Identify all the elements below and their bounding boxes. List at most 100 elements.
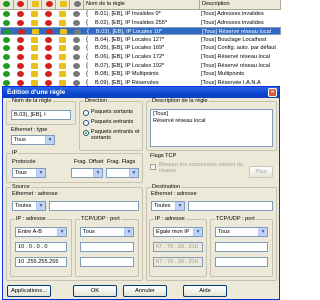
direction-radio-both[interactable]	[83, 130, 89, 136]
question-icon[interactable]	[31, 45, 38, 52]
ethernet-type-select[interactable]: Tous ▼	[11, 135, 55, 145]
allow-icon[interactable]	[3, 19, 10, 26]
description-textarea[interactable]: [Tous] Réservé réseau local	[150, 109, 273, 147]
log-icon[interactable]	[59, 45, 66, 52]
cancel-button[interactable]: Annuler	[123, 285, 167, 297]
alert-icon[interactable]	[45, 11, 52, 17]
allow-icon[interactable]	[3, 71, 10, 78]
block-icon[interactable]	[17, 79, 24, 86]
rule-name-input[interactable]: B.03), [EB], I	[11, 110, 71, 120]
sound-icon[interactable]	[73, 45, 80, 52]
applications-button[interactable]: Applications...	[7, 285, 51, 297]
source-ip-to-input[interactable]: 10 .255.255.255	[15, 257, 67, 267]
source-ip-mode-select[interactable]: Entre A-B ▼	[15, 227, 67, 237]
block-icon[interactable]	[17, 45, 24, 52]
block-icon[interactable]	[17, 11, 24, 17]
destination-port-input-1[interactable]	[215, 242, 268, 252]
table-row[interactable]: {B.07), [EB], IP Locales 192* [Tous] Rése…	[0, 62, 281, 70]
question-icon[interactable]	[32, 29, 39, 35]
alert-icon[interactable]	[45, 79, 52, 86]
col-allow-header[interactable]	[0, 0, 14, 9]
question-icon[interactable]	[31, 79, 38, 86]
block-connections-checkbox[interactable]	[150, 164, 156, 170]
question-icon[interactable]	[31, 71, 38, 78]
frag-flags-select[interactable]: ▼	[106, 168, 139, 178]
destination-ip-a-input[interactable]: 67 . 70 . 26 . 216	[153, 242, 203, 252]
sound-icon[interactable]	[73, 62, 80, 69]
col-sound-header[interactable]	[70, 0, 84, 9]
allow-icon[interactable]	[3, 36, 10, 43]
ok-button[interactable]: OK	[73, 285, 117, 297]
protocol-select[interactable]: Tous ▼	[12, 168, 46, 178]
sound-icon[interactable]	[73, 79, 80, 86]
log-icon[interactable]	[59, 79, 66, 86]
source-port-input-2[interactable]	[80, 257, 134, 267]
table-row[interactable]: {B.04), [EB], IP Locales 127* [Tous] Bouc…	[0, 36, 281, 44]
alert-icon[interactable]	[45, 62, 52, 69]
log-icon[interactable]	[59, 19, 66, 26]
log-icon[interactable]	[59, 36, 66, 43]
table-row[interactable]: {B.05), [EB], IP Locales 169* [Tous] Conf…	[0, 44, 281, 52]
source-port-input-1[interactable]	[80, 242, 134, 252]
sound-icon[interactable]	[73, 36, 80, 43]
col-desc-header[interactable]: Description	[200, 0, 281, 9]
table-row[interactable]: {B.08), [EB], IP Multipoints [Tous] Multi…	[0, 70, 281, 78]
table-row[interactable]: {B.03), [EB], IP Locales 10* [Tous] Réser…	[0, 27, 281, 36]
log-icon[interactable]	[60, 29, 67, 35]
alert-icon[interactable]	[45, 36, 52, 43]
question-icon[interactable]	[31, 54, 38, 60]
table-row[interactable]: {B.02), [EB], IP Invalides 255* [Tous] Ad…	[0, 19, 281, 27]
question-icon[interactable]	[31, 19, 38, 26]
col-name-header[interactable]: Nom de la règle	[84, 0, 200, 9]
allow-icon[interactable]	[3, 45, 10, 52]
question-icon[interactable]	[31, 36, 38, 43]
sound-icon[interactable]	[73, 11, 80, 17]
allow-icon[interactable]	[3, 54, 10, 60]
source-eth-addr-select[interactable]: Toutes ▼	[12, 201, 46, 211]
block-icon[interactable]	[17, 71, 24, 78]
alert-icon[interactable]	[45, 45, 52, 52]
close-button[interactable]: ×	[268, 88, 277, 97]
log-icon[interactable]	[59, 62, 66, 69]
block-icon[interactable]	[17, 62, 24, 69]
question-icon[interactable]	[31, 11, 38, 17]
sound-icon[interactable]	[73, 54, 80, 60]
source-port-select[interactable]: Tous ▼	[80, 227, 134, 237]
block-icon[interactable]	[17, 54, 24, 60]
log-icon[interactable]	[59, 54, 66, 60]
col-log-header[interactable]	[56, 0, 70, 9]
sound-icon[interactable]	[74, 29, 81, 35]
destination-port-select[interactable]: Tous ▼	[215, 227, 268, 237]
alert-icon[interactable]	[45, 71, 52, 78]
log-icon[interactable]	[59, 11, 66, 17]
col-block-header[interactable]	[14, 0, 28, 9]
allow-icon[interactable]	[4, 29, 11, 35]
alert-icon[interactable]	[46, 29, 53, 35]
block-icon[interactable]	[18, 29, 25, 35]
direction-radio-out[interactable]	[83, 110, 89, 116]
block-icon[interactable]	[17, 19, 24, 26]
alert-icon[interactable]	[45, 54, 52, 60]
destination-eth-addr-select[interactable]: Toutes ▼	[151, 201, 185, 211]
dialog-title[interactable]: Édition d'une règle	[3, 87, 279, 98]
plus-button[interactable]: Plus	[249, 166, 273, 178]
destination-ip-mode-select[interactable]: Égale mon IP ▼	[153, 227, 203, 237]
source-eth-addr-input[interactable]	[49, 201, 139, 211]
alert-icon[interactable]	[45, 19, 52, 26]
table-row[interactable]: {B.06), [EB], IP Locales 172* [Tous] Rése…	[0, 53, 281, 61]
block-icon[interactable]	[17, 36, 24, 43]
question-icon[interactable]	[31, 62, 38, 69]
allow-icon[interactable]	[3, 79, 10, 86]
source-ip-from-input[interactable]: 10 . 0 . 0 . 0	[15, 242, 67, 252]
destination-port-input-2[interactable]	[215, 257, 268, 267]
sound-icon[interactable]	[73, 71, 80, 78]
sound-icon[interactable]	[73, 19, 80, 26]
help-button[interactable]: Aide	[183, 285, 227, 297]
allow-icon[interactable]	[3, 62, 10, 69]
destination-eth-addr-input[interactable]	[188, 201, 273, 211]
allow-icon[interactable]	[3, 11, 10, 17]
col-question-header[interactable]	[28, 0, 42, 9]
frag-offset-select[interactable]: ▼	[71, 168, 103, 178]
direction-radio-in[interactable]	[83, 120, 89, 126]
table-row[interactable]: {B.01), [EB], IP Invalides 0* [Tous] Adre…	[0, 10, 281, 18]
